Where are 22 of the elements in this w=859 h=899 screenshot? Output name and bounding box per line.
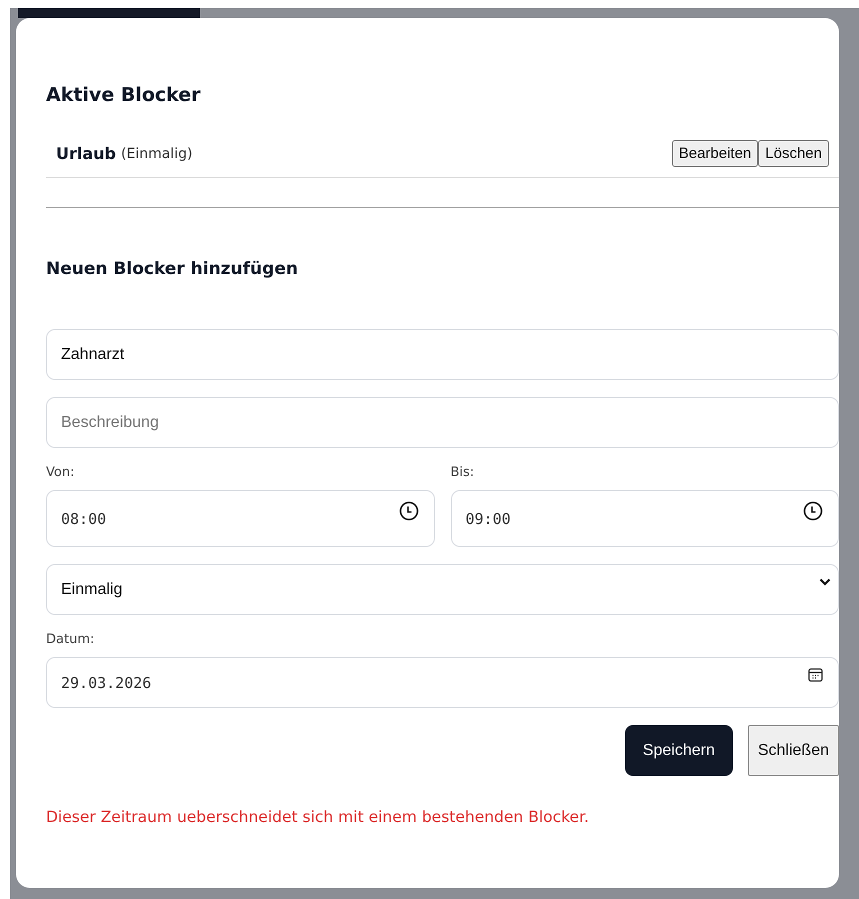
- time-field[interactable]: 09:00: [450, 490, 839, 547]
- date-field[interactable]: 29.03.2026: [46, 657, 839, 708]
- blocker-recurrence: (Einmalig): [121, 146, 192, 162]
- text-field[interactable]: Beschreibung: [46, 397, 839, 448]
- action-button[interactable]: Bearbeiten: [672, 140, 758, 167]
- close-button[interactable]: Schließen: [748, 725, 839, 776]
- section-title: Aktive Blocker: [46, 83, 202, 108]
- field-label: Von:: [46, 465, 76, 480]
- calendar-icon[interactable]: [808, 667, 823, 682]
- field-label: Bis:: [450, 465, 476, 480]
- dropdown-field[interactable]: Einmalig: [46, 564, 839, 615]
- action-button[interactable]: Löschen: [758, 140, 829, 167]
- time-field[interactable]: 08:00: [46, 490, 434, 547]
- section-title: Neuen Blocker hinzufügen: [46, 258, 299, 281]
- clock-icon[interactable]: [803, 500, 823, 520]
- field-label: Datum:: [46, 632, 96, 647]
- chevron-icon: [819, 578, 831, 586]
- error-message: Dieser Zeitraum ueberschneidet sich mit einem bestehenden Blocker.: [46, 808, 590, 826]
- blocker-name: Urlaub: [56, 144, 116, 163]
- clock-icon[interactable]: [398, 500, 418, 520]
- text-field[interactable]: Zahnarzt: [46, 329, 839, 380]
- save-button[interactable]: Speichern: [624, 725, 733, 776]
